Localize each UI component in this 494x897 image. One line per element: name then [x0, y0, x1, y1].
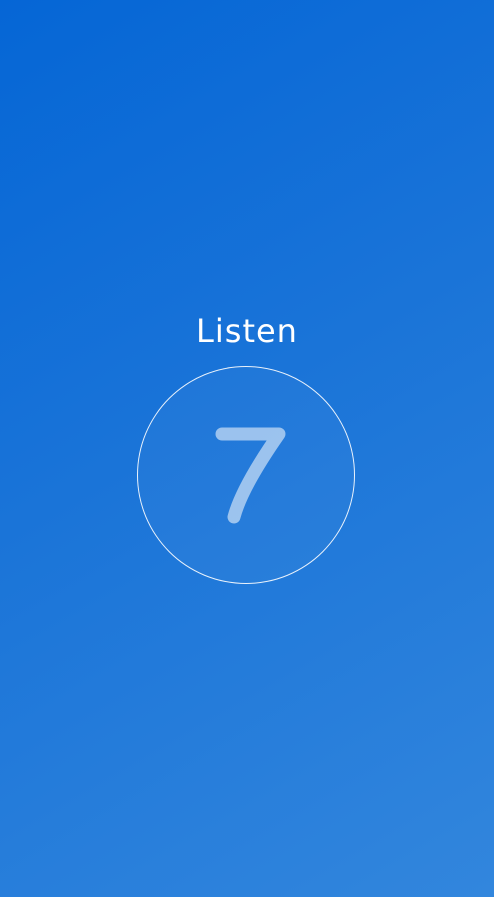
countdown-circle: 7	[137, 366, 355, 584]
screen-title: Listen	[196, 312, 298, 350]
countdown-digit: 7	[215, 427, 286, 524]
